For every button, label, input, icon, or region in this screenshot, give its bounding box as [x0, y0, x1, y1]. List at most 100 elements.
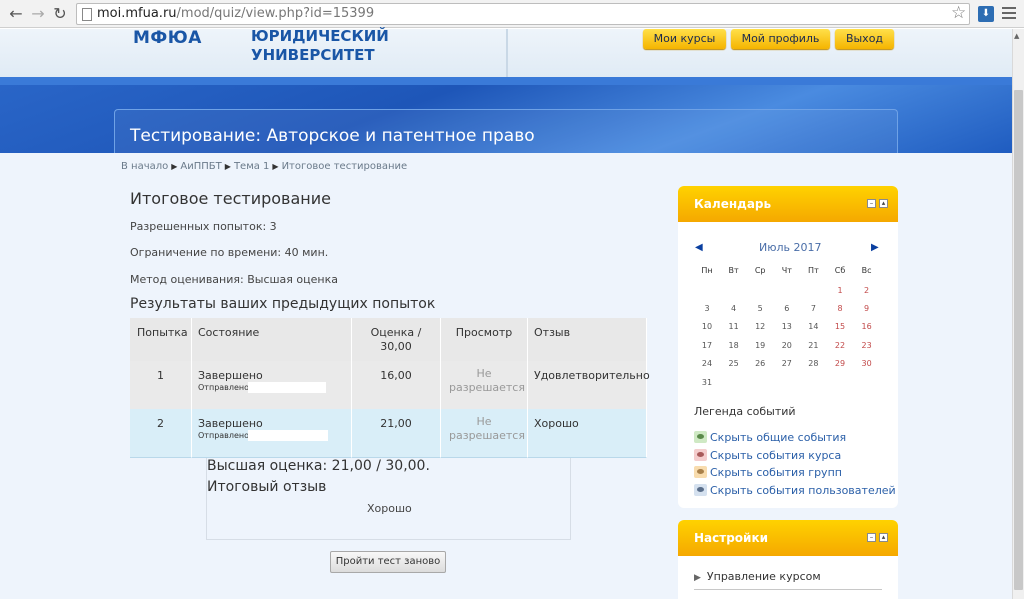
- col-grade: Оценка / 30,00: [370, 326, 422, 353]
- address-bar[interactable]: moi.mfua.ru/mod/quiz/view.php?id=15399: [76, 3, 970, 25]
- calendar-day[interactable]: 27: [774, 359, 800, 368]
- calendar-day[interactable]: 24: [694, 359, 720, 368]
- reload-icon[interactable]: ↻: [50, 4, 70, 24]
- calendar-day[interactable]: 7: [800, 304, 826, 313]
- attempts-allowed: Разрешенных попыток: 3: [130, 220, 277, 233]
- calendar-header: Календарь – ▴: [678, 186, 898, 222]
- calendar-day[interactable]: 1: [827, 286, 853, 295]
- banner-highlight: [0, 77, 1012, 85]
- attempt-feedback: Удовлетворительно: [534, 369, 650, 382]
- table-row: 2 Завершено Отправлено 21,00 Не разрешае…: [130, 409, 647, 458]
- my-courses-button[interactable]: Мои курсы: [643, 29, 726, 49]
- university-name: ЮРИДИЧЕСКИЙ УНИВЕРСИТЕТ: [251, 27, 389, 64]
- eye-icon: [694, 431, 707, 443]
- header-divider: [506, 29, 508, 77]
- browser-toolbar: ← → ↻ moi.mfua.ru/mod/quiz/view.php?id=1…: [0, 0, 1024, 28]
- calendar-weekday: Чт: [781, 266, 792, 275]
- menu-icon[interactable]: [1002, 7, 1016, 22]
- calendar-day[interactable]: 3: [694, 304, 720, 313]
- attempt-feedback: Хорошо: [534, 417, 579, 430]
- calendar-day[interactable]: 12: [747, 322, 773, 331]
- forward-icon[interactable]: →: [28, 4, 48, 24]
- col-state: Состояние: [198, 326, 260, 339]
- table-header-row: Попытка Состояние Оценка / 30,00 Просмот…: [130, 318, 647, 361]
- table-row: 1 Завершено Отправлено 16,00 Не разрешае…: [130, 361, 650, 409]
- calendar-day[interactable]: 5: [747, 304, 773, 313]
- logout-button[interactable]: Выход: [835, 29, 894, 49]
- final-feedback-label: Итоговый отзыв: [207, 479, 327, 495]
- retry-quiz-button[interactable]: Пройти тест заново: [330, 551, 446, 573]
- bookmark-star-icon[interactable]: ☆: [951, 3, 966, 23]
- breadcrumb-topic[interactable]: Тема 1: [234, 161, 269, 172]
- back-icon[interactable]: ←: [6, 4, 26, 24]
- calendar-month[interactable]: Июль 2017: [759, 241, 822, 254]
- attempt-number: 1: [157, 369, 164, 382]
- calendar-day[interactable]: 22: [827, 341, 853, 350]
- breadcrumb-course[interactable]: АиППБТ: [180, 161, 221, 172]
- breadcrumb: В начало ▶ АиППБТ ▶ Тема 1 ▶ Итоговое тестиров…: [121, 161, 408, 172]
- calendar-day[interactable]: 18: [721, 341, 747, 350]
- redacted-date: [248, 430, 328, 441]
- redacted-date: [248, 382, 326, 393]
- dock-icon[interactable]: ▴: [879, 533, 888, 542]
- calendar-day[interactable]: 6: [774, 304, 800, 313]
- logo[interactable]: МФЮА: [133, 28, 202, 48]
- col-feedback: Отзыв: [534, 326, 571, 339]
- collapse-icon[interactable]: –: [867, 533, 876, 542]
- final-feedback: Хорошо: [367, 502, 412, 515]
- calendar-day[interactable]: 30: [854, 359, 880, 368]
- time-limit: Ограничение по времени: 40 мин.: [130, 246, 329, 259]
- calendar-day[interactable]: 15: [827, 322, 853, 331]
- calendar-day[interactable]: 28: [800, 359, 826, 368]
- collapse-icon[interactable]: –: [867, 199, 876, 208]
- calendar-weekday: Сб: [834, 266, 846, 275]
- legend-title: Легенда событий: [694, 405, 796, 418]
- calendar-weekday: Ср: [754, 266, 766, 275]
- legend-group-events[interactable]: Скрыть события групп: [694, 466, 842, 479]
- sent-label: Отправлено: [198, 431, 250, 440]
- calendar-day[interactable]: 8: [827, 304, 853, 313]
- calendar-day[interactable]: 23: [854, 341, 880, 350]
- legend-global-events[interactable]: Скрыть общие события: [694, 431, 846, 444]
- calendar-day[interactable]: 10: [694, 322, 720, 331]
- calendar-day[interactable]: 4: [721, 304, 747, 313]
- breadcrumb-current[interactable]: Итоговое тестирование: [282, 161, 408, 172]
- calendar-day[interactable]: 9: [854, 304, 880, 313]
- scrollbar-thumb[interactable]: [1014, 90, 1023, 590]
- calendar-day[interactable]: 19: [747, 341, 773, 350]
- settings-divider: [694, 589, 882, 590]
- calendar-day[interactable]: 11: [721, 322, 747, 331]
- calendar-weekday: Пт: [808, 266, 819, 275]
- attempt-grade: 21,00: [380, 417, 412, 430]
- calendar-day[interactable]: 29: [827, 359, 853, 368]
- next-month-icon[interactable]: ▶: [871, 242, 879, 253]
- calendar-day[interactable]: 16: [854, 322, 880, 331]
- prev-month-icon[interactable]: ◀: [695, 242, 703, 253]
- calendar-day[interactable]: 26: [747, 359, 773, 368]
- eye-icon: [694, 449, 707, 461]
- breadcrumb-home[interactable]: В начало: [121, 161, 168, 172]
- scroll-up-icon[interactable]: ▲: [1014, 32, 1019, 40]
- calendar-day[interactable]: 25: [721, 359, 747, 368]
- settings-block: Настройки – ▴: [678, 520, 898, 599]
- calendar-day[interactable]: 21: [800, 341, 826, 350]
- calendar-day[interactable]: 20: [774, 341, 800, 350]
- my-profile-button[interactable]: Мой профиль: [731, 29, 830, 49]
- dock-icon[interactable]: ▴: [879, 199, 888, 208]
- quiz-title: Итоговое тестирование: [130, 189, 331, 208]
- eye-icon: [694, 466, 707, 478]
- url-text: moi.mfua.ru/mod/quiz/view.php?id=15399: [97, 6, 375, 21]
- extension-download-icon[interactable]: ⬇: [978, 6, 994, 22]
- calendar-title: Календарь: [694, 197, 772, 211]
- calendar-day[interactable]: 13: [774, 322, 800, 331]
- calendar-day[interactable]: 17: [694, 341, 720, 350]
- col-review: Просмотр: [455, 326, 513, 339]
- calendar-day[interactable]: 31: [694, 378, 720, 387]
- legend-course-events[interactable]: Скрыть события курса: [694, 449, 841, 462]
- calendar-day[interactable]: 14: [800, 322, 826, 331]
- attempt-review: Не разрешается: [449, 415, 525, 442]
- calendar-day[interactable]: 2: [854, 286, 880, 295]
- attempt-state: Завершено: [198, 417, 263, 430]
- course-admin-item[interactable]: ▶ Управление курсом: [694, 570, 821, 583]
- legend-user-events[interactable]: Скрыть события пользователей: [694, 484, 896, 497]
